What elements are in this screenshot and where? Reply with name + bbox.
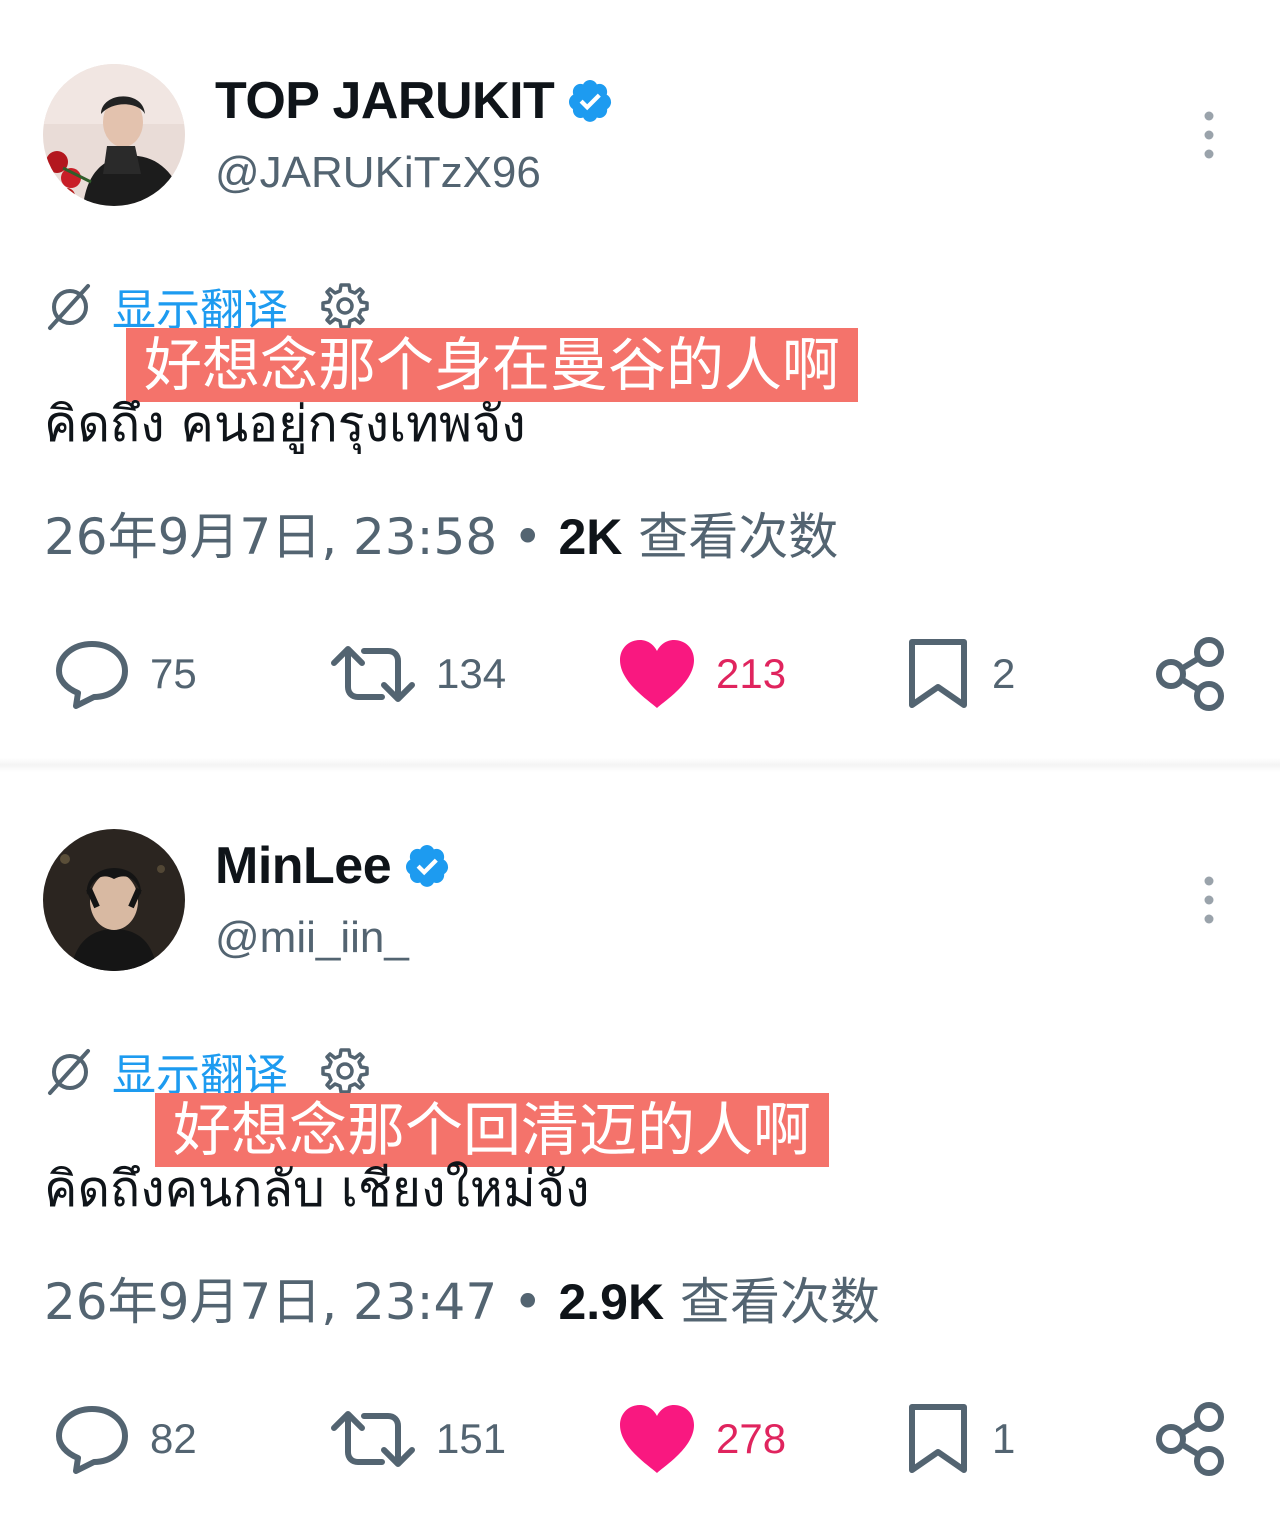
handle[interactable]: @JARUKiTzX96	[215, 148, 541, 198]
reply-bubble-icon	[56, 1406, 128, 1474]
translate-row: 显示翻译	[44, 278, 370, 336]
view-count: 2.9K	[558, 1274, 665, 1330]
reply-bubble-icon	[56, 641, 128, 709]
tweet-timestamp[interactable]: 26年9月7日, 23:47	[44, 1273, 497, 1331]
avatar-photo	[43, 829, 185, 971]
more-vertical-icon[interactable]	[1196, 875, 1222, 925]
reply-button[interactable]: 75	[54, 632, 197, 716]
avatar[interactable]	[43, 829, 185, 971]
share-button[interactable]	[1155, 632, 1227, 716]
translate-row: 显示翻译	[44, 1043, 370, 1101]
meta-separator: •	[513, 508, 543, 566]
like-count: 278	[716, 1415, 787, 1462]
bookmark-button[interactable]: 1	[904, 1397, 1015, 1481]
like-button[interactable]: 278	[618, 1397, 786, 1481]
bookmark-icon	[909, 639, 967, 708]
tweet-timestamp[interactable]: 26年9月7日, 23:58	[44, 508, 497, 566]
bookmark-button[interactable]: 2	[904, 632, 1015, 716]
retweet-icon	[331, 1411, 415, 1467]
gear-icon[interactable]	[320, 1046, 370, 1096]
verified-badge-icon	[406, 845, 449, 887]
caption-overlay: 好想念那个身在曼谷的人啊	[126, 328, 859, 402]
share-button[interactable]	[1155, 1397, 1227, 1481]
retweet-button[interactable]: 151	[330, 1397, 506, 1481]
more-vertical-icon[interactable]	[1196, 110, 1222, 160]
display-name[interactable]: TOP JARUKIT	[215, 71, 555, 131]
avatar[interactable]	[43, 64, 185, 206]
globe-slash-icon	[48, 284, 90, 330]
tweet-card: TOP JARUKIT @JARUKiTzX96 显示翻译 好想念那个身在曼谷的…	[0, 0, 1280, 760]
display-name[interactable]: MinLee	[215, 836, 392, 896]
retweet-count: 151	[436, 1415, 507, 1462]
bookmark-count: 2	[992, 650, 1016, 697]
share-icon	[1156, 1402, 1224, 1476]
avatar-photo	[43, 64, 185, 206]
reply-button[interactable]: 82	[54, 1397, 197, 1481]
globe-slash-icon	[48, 1049, 90, 1095]
author-name-row: MinLee	[215, 835, 451, 897]
like-count: 213	[716, 650, 787, 697]
retweet-count: 134	[436, 650, 507, 697]
author-name-row: TOP JARUKIT	[215, 70, 614, 132]
verified-badge-icon	[569, 80, 612, 122]
tweet-card: MinLee @mii_iin_ 显示翻译 好想念那个回清迈的人啊 คิดถึง…	[0, 765, 1280, 1525]
meta-separator: •	[513, 1273, 543, 1331]
tweet-text: คิดถึง คนอยู่กรุงเทพจัง	[44, 395, 526, 453]
tweet-meta: 26年9月7日, 23:58 • 2K 查看次数	[44, 502, 838, 572]
reply-count: 75	[150, 650, 197, 697]
view-count-label: 查看次数	[679, 1273, 880, 1331]
view-count-label: 查看次数	[638, 508, 839, 566]
heart-icon	[620, 640, 694, 708]
bookmark-count: 1	[992, 1415, 1016, 1462]
share-icon	[1156, 637, 1224, 711]
caption-overlay: 好想念那个回清迈的人啊	[155, 1093, 830, 1167]
bookmark-icon	[909, 1404, 967, 1473]
view-count: 2K	[558, 509, 623, 565]
tweet-meta: 26年9月7日, 23:47 • 2.9K 查看次数	[44, 1267, 880, 1337]
handle[interactable]: @mii_iin_	[215, 913, 409, 963]
gear-icon[interactable]	[320, 281, 370, 331]
like-button[interactable]: 213	[618, 632, 786, 716]
action-bar: 75 134 213 2	[0, 632, 1280, 716]
reply-count: 82	[150, 1415, 197, 1462]
heart-icon	[620, 1405, 694, 1473]
retweet-button[interactable]: 134	[330, 632, 506, 716]
retweet-icon	[331, 646, 415, 702]
action-bar: 82 151 278 1	[0, 1397, 1280, 1481]
tweet-text: คิดถึงคนกลับ เชียงใหม่จัง	[44, 1160, 590, 1218]
